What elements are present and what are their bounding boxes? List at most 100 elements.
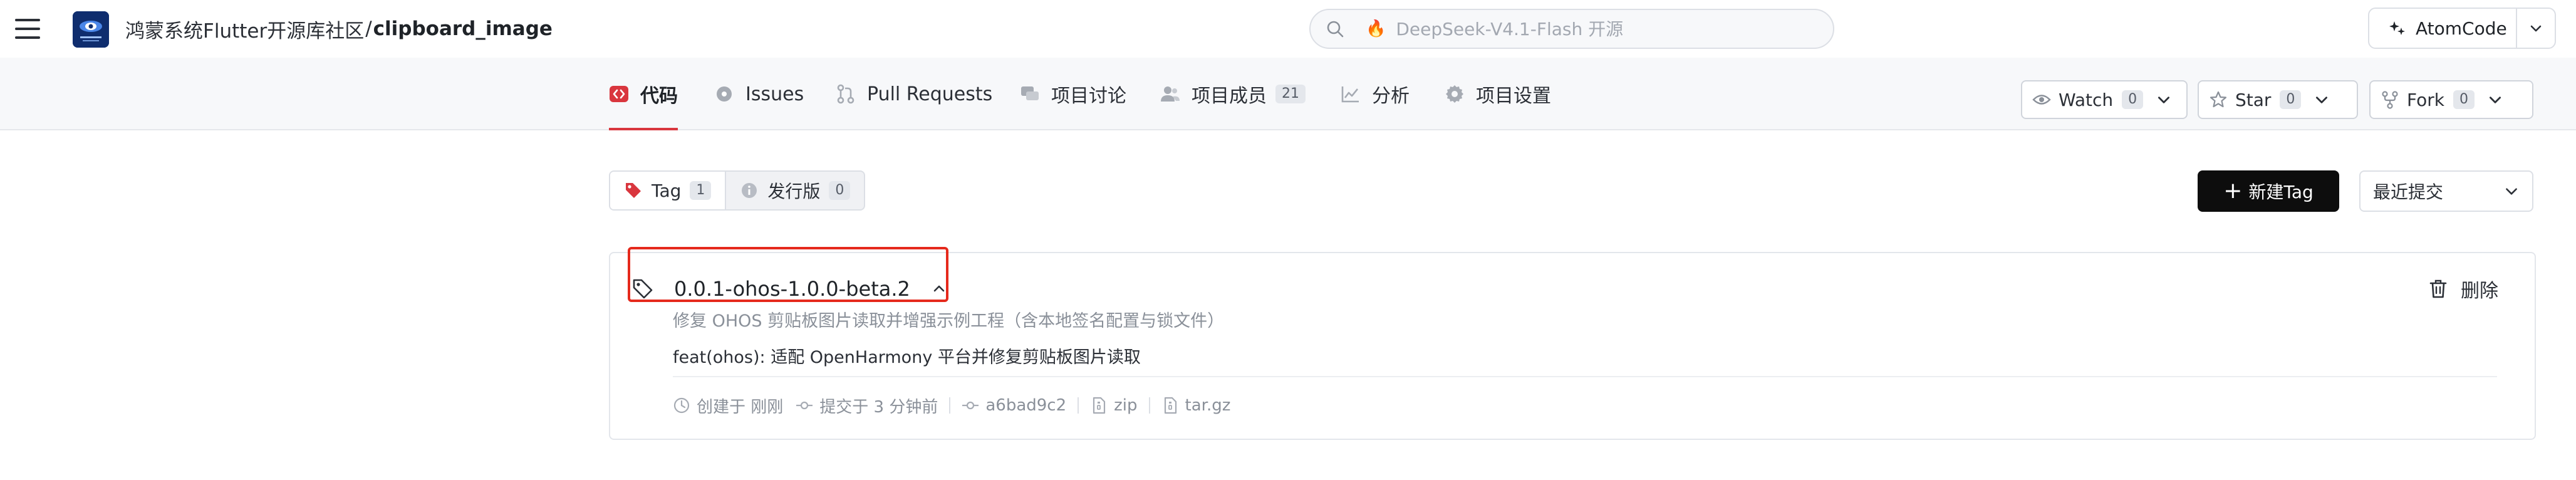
code-icon [609,84,629,104]
tab-issues-label: Issues [745,83,804,105]
created-time: 创建于 刚刚 [673,394,783,417]
search-icon [1327,21,1344,38]
atomcode-dropdown[interactable] [2517,21,2555,36]
star-count: 0 [2280,90,2302,109]
chevron-up-icon[interactable] [932,281,947,296]
global-search[interactable]: 🔥 [1309,9,1834,49]
sha-link[interactable]: a6bad9c2 [985,396,1066,415]
breadcrumb-separator: / [365,18,372,40]
tag-tab[interactable]: Tag 1 [610,172,727,209]
pull-request-icon [836,84,856,104]
sort-select[interactable]: 最近提交 [2359,170,2533,212]
release-tab-label: 发行版 [767,181,821,202]
tab-discussions[interactable]: 项目讨论 [1020,58,1126,130]
top-bar: 鸿蒙系统Flutter开源库社区 / clipboard_image 🔥 Ato… [0,0,2576,58]
breadcrumb-owner[interactable]: 鸿蒙系统Flutter开源库社区 [125,15,364,43]
tab-pull-requests[interactable]: Pull Requests [836,58,992,130]
discussion-icon [1020,84,1040,104]
tag-name-row[interactable]: 0.0.1-ohos-1.0.0-beta.2 [631,274,947,303]
delete-label: 删除 [2461,280,2498,302]
breadcrumb: 鸿蒙系统Flutter开源库社区 / clipboard_image [125,15,553,43]
fork-icon [2382,91,2398,109]
fire-icon: 🔥 [1366,19,1386,38]
menu-icon[interactable] [15,16,40,41]
commit-icon [796,401,813,410]
tab-settings[interactable]: 项目设置 [1445,58,1551,130]
tab-issues[interactable]: Issues [714,58,804,130]
sparkle-icon [2389,21,2405,35]
tag-name[interactable]: 0.0.1-ohos-1.0.0-beta.2 [674,277,910,301]
trash-icon [2429,279,2447,298]
committed-time: 提交于 3 分钟前 [796,394,938,417]
fork-label: Fork [2407,89,2444,110]
divider [673,376,2497,377]
commit-message: feat(ohos): 适配 OpenHarmony 平台并修复剪贴板图片读取 [673,348,1141,367]
breadcrumb-repo[interactable]: clipboard_image [373,18,553,40]
delete-button[interactable]: 删除 [2428,274,2498,303]
zip-download[interactable]: zip [1090,396,1138,415]
chevron-down-icon [2158,97,2170,103]
info-icon [742,183,757,198]
tag-card: 0.0.1-ohos-1.0.0-beta.2 修复 OHOS 剪贴板图片读取并… [609,252,2536,440]
star-label: Star [2235,89,2272,110]
tag-release-switcher: Tag 1 发行版 0 [609,170,866,211]
archive-icon [1093,397,1106,414]
committed-label: 提交于 3 分钟前 [819,397,938,417]
atomcode-button[interactable]: AtomCode [2369,9,2517,48]
commit-icon [962,401,979,410]
repo-logo [73,11,109,48]
tag-icon [626,183,641,198]
commit-sha[interactable]: a6bad9c2 [962,396,1066,415]
tab-analysis-label: 分析 [1372,85,1410,107]
atomcode-label: AtomCode [2416,18,2507,39]
targz-link[interactable]: tar.gz [1185,396,1231,415]
chevron-down-icon [2530,25,2542,32]
zip-link[interactable]: zip [1114,396,1137,415]
tab-members-label: 项目成员 [1192,85,1267,107]
fork-button[interactable]: Fork 0 [2369,80,2533,119]
tag-meta: 创建于 刚刚 提交于 3 分钟前 a6bad9c2 zip tar.gz [673,391,1230,420]
release-count: 0 [829,181,851,200]
separator [949,397,951,414]
sort-label: 最近提交 [2373,182,2444,202]
issue-icon [714,84,734,104]
settings-icon [1445,84,1465,104]
watch-label: Watch [2059,89,2114,110]
star-button[interactable]: Star 0 [2198,80,2358,119]
chevron-down-icon [2316,97,2328,103]
tab-pull-requests-label: Pull Requests [867,83,993,105]
tab-code-label: 代码 [640,85,678,107]
tag-count: 1 [690,181,712,200]
eye-icon [2032,95,2051,105]
archive-icon [1164,397,1176,414]
new-tag-label: 新建Tag [2248,182,2314,202]
watch-count: 0 [2122,90,2144,109]
members-icon [1160,84,1180,104]
atomcode-button-group: AtomCode [2368,8,2556,49]
release-tab[interactable]: 发行版 0 [726,172,864,209]
star-icon [2210,91,2227,108]
tab-discussions-label: 项目讨论 [1051,85,1126,107]
separator [1078,397,1079,414]
tag-outline-icon [633,279,653,299]
tab-members[interactable]: 项目成员 21 [1160,58,1306,130]
watch-button[interactable]: Watch 0 [2021,80,2188,119]
tag-tab-label: Tag [652,180,682,201]
clock-icon [673,397,690,414]
commit-title: 修复 OHOS 剪贴板图片读取并增强示例工程（含本地签名配置与锁文件） [673,311,1225,331]
analysis-icon [1341,84,1361,104]
plus-icon: + [2223,178,2243,204]
fork-count: 0 [2453,90,2475,109]
members-count: 21 [1275,85,1306,103]
tab-settings-label: 项目设置 [1476,85,1551,107]
repo-nav: 代码 Issues Pull Requests 项目讨论 项目成员 21 分析 … [0,58,2576,130]
targz-download[interactable]: tar.gz [1161,396,1231,415]
tab-code[interactable]: 代码 [609,58,678,130]
chevron-down-icon [2489,97,2501,103]
new-tag-button[interactable]: + 新建Tag [2198,170,2339,212]
separator [1148,397,1150,414]
tab-analysis[interactable]: 分析 [1341,58,1410,130]
created-label: 创建于 刚刚 [697,397,784,417]
chevron-down-icon [2506,188,2517,195]
search-input[interactable] [1396,18,1772,39]
